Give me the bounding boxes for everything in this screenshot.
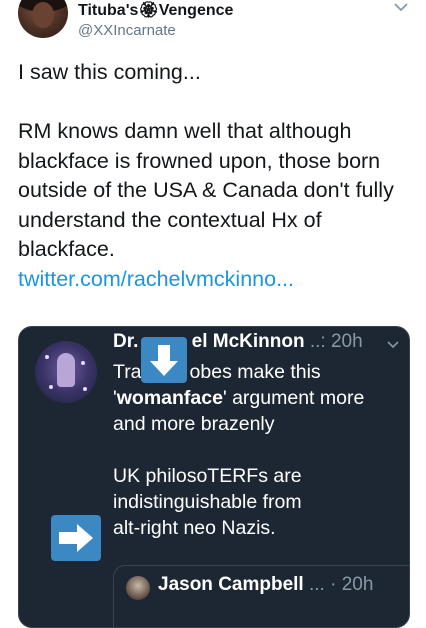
quoted-line3: and more brazenly [113, 413, 275, 435]
author-handle[interactable]: @XXIncarnate [78, 22, 176, 39]
quoted-para2-line: indistinguishable from [113, 491, 302, 513]
quoted-tweet-card[interactable]: Dr. el McKinnon ..: 20h Tra obes make thi… [18, 326, 410, 628]
quoted-tweet-meta: ..: 20h [309, 331, 363, 352]
tweet-link[interactable]: twitter.com/rachelvmckinno... [18, 267, 294, 291]
quoted-author-avatar[interactable] [35, 341, 97, 403]
quoted-emphasis: womanface [116, 387, 223, 409]
nested-quoted-tweet[interactable]: Jason Campbell ... · 20h [113, 565, 409, 627]
quoted-author-name-start: Dr. [113, 331, 144, 352]
quoted-line1-end: obes make this [189, 361, 321, 383]
quoted-line2-rest: ' argument more [222, 387, 365, 409]
nested-author-header[interactable]: Jason Campbell ... · 20h [158, 574, 373, 596]
author-display-name[interactable]: Tituba's🏵Vengence [78, 0, 233, 20]
down-arrow-emoji [141, 337, 187, 383]
tweet-text: I saw this coming... RM knows damn well … [18, 58, 413, 294]
quoted-tweet-text: Tra obes make this 'womanface' argument m… [113, 359, 403, 541]
quoted-line1-start: Tra [113, 361, 142, 383]
author-avatar[interactable] [18, 0, 68, 38]
right-arrow-emoji [51, 515, 101, 561]
quoted-para2-line: alt-right neo Nazis. [113, 517, 276, 539]
chevron-down-icon[interactable] [392, 0, 410, 16]
quoted-para2-line: UK philosoTERFs are [113, 465, 302, 487]
nested-tweet-meta: ... · 20h [309, 574, 374, 595]
tweet-paragraph: I saw this coming... [18, 60, 201, 84]
nested-author-avatar[interactable] [126, 576, 150, 600]
tweet-paragraph: RM knows damn well that although blackfa… [18, 119, 394, 261]
chevron-down-icon[interactable] [385, 337, 401, 353]
quoted-author-name-end: el McKinnon [191, 331, 305, 352]
nested-author-name: Jason Campbell [158, 574, 304, 595]
